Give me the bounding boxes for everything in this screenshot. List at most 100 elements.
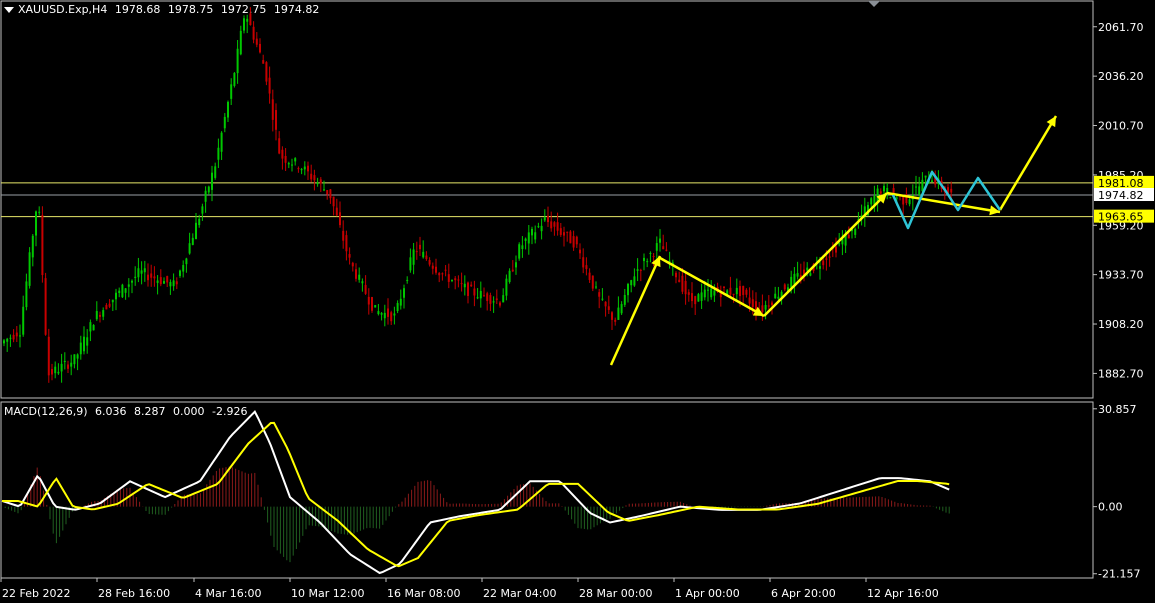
candle-body [364, 284, 367, 294]
candle-body [515, 262, 517, 268]
candle-body [291, 164, 293, 166]
price-tick-label: 2036.20 [1098, 70, 1144, 83]
chart-canvas[interactable]: 2061.702036.202010.701985.201959.201933.… [0, 0, 1155, 603]
macd-tick-label: 0.00 [1098, 501, 1123, 514]
candle-body [214, 166, 217, 178]
candle-body [249, 13, 252, 26]
candle-body [447, 274, 450, 282]
candle-body [198, 218, 201, 226]
candle-body [809, 273, 812, 276]
candle-body [643, 257, 645, 262]
candle-body [348, 254, 351, 258]
macd-tick-label: -21.157 [1098, 568, 1140, 581]
candle-body [518, 244, 521, 259]
candle-body [572, 236, 575, 248]
candle-body [438, 273, 441, 276]
candle-body [473, 288, 476, 296]
candle-body [662, 246, 665, 250]
candle-body [204, 190, 207, 202]
candle-body [41, 215, 44, 276]
candle-body [358, 274, 361, 280]
macd-main-line [1, 410, 950, 575]
candle-body [422, 251, 425, 258]
candle-body [441, 273, 444, 275]
candle-body [54, 366, 57, 374]
candle-body [748, 297, 751, 304]
candle-body [134, 276, 137, 278]
candle-body [579, 249, 581, 254]
candle-body [9, 337, 12, 339]
candle-body [268, 77, 271, 94]
candle-body [460, 283, 463, 285]
candle-body [630, 280, 633, 286]
candle-body [694, 296, 697, 305]
time-tick-label: 12 Apr 16:00 [867, 587, 939, 600]
candle-body [99, 314, 101, 317]
candle-body [137, 268, 140, 278]
candle-body [380, 313, 383, 315]
candle-body [419, 244, 421, 250]
candle-body [703, 289, 706, 298]
candle-body [182, 265, 185, 272]
candle-body [707, 289, 709, 291]
candle-body [828, 256, 831, 258]
candle-body [329, 189, 332, 199]
candle-body [83, 336, 85, 352]
candle-body [255, 38, 258, 45]
candle-body [739, 286, 741, 297]
candle-body [819, 266, 821, 269]
candle-body [220, 132, 223, 152]
scroll-marker-icon [868, 1, 880, 7]
candle-body [931, 180, 933, 182]
candle-body [243, 18, 245, 31]
candle-body [396, 303, 399, 312]
candle-body [505, 278, 508, 296]
candle-body [259, 43, 261, 53]
candle-body [406, 279, 409, 281]
candle-body [57, 371, 60, 374]
candle-body [310, 173, 313, 180]
candle-body [44, 278, 47, 335]
candle-body [300, 169, 303, 171]
candle-body [495, 298, 498, 300]
candle-body [655, 243, 658, 251]
candle-body [924, 175, 927, 178]
candle-body [156, 280, 159, 283]
candle-body [28, 252, 31, 286]
candle-body [659, 238, 661, 243]
candle-body [950, 188, 953, 193]
candle-body [870, 198, 873, 205]
candle-body [73, 354, 76, 365]
candle-body [563, 232, 565, 236]
candle-body [223, 116, 226, 129]
time-tick-label: 28 Feb 16:00 [98, 587, 170, 600]
candle-body [569, 231, 572, 244]
candle-body [550, 221, 553, 229]
candle-body [534, 232, 537, 240]
candle-body [767, 305, 770, 307]
candle-body [201, 206, 204, 214]
time-tick-label: 4 Mar 16:00 [195, 587, 261, 600]
candle-body [489, 295, 492, 304]
candle-body [620, 304, 623, 314]
candle-body [713, 290, 716, 296]
candle-body [355, 269, 357, 279]
candle-body [239, 30, 242, 55]
candle-body [403, 288, 405, 298]
candle-body [476, 297, 479, 299]
candle-body [508, 270, 511, 282]
candle-body [761, 305, 764, 313]
candle-body [15, 332, 18, 337]
candle-body [147, 274, 149, 281]
candle-body [92, 325, 95, 331]
candle-body [230, 84, 233, 99]
candle-body [463, 283, 466, 288]
candle-body [252, 26, 255, 40]
candle-body [457, 279, 460, 281]
candle-body [470, 284, 473, 287]
time-tick-label: 1 Apr 00:00 [675, 587, 740, 600]
candle-body [51, 369, 53, 375]
arrow-up-3 [998, 115, 1058, 211]
candle-body [825, 258, 828, 260]
macd-tick-label: 30.857 [1098, 403, 1137, 416]
